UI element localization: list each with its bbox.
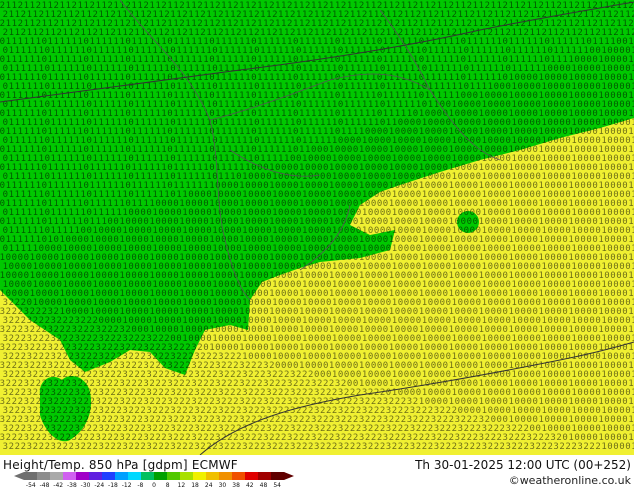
colorbar-swatch [167, 472, 181, 480]
colorbar-swatch [50, 472, 64, 480]
colorbar-swatch [141, 472, 155, 480]
valid-time: Th 30-01-2025 12:00 UTC (00+252) [415, 458, 631, 472]
colorbar-tick-label: -12 [122, 482, 132, 488]
colorbar-tick-label: 38 [232, 482, 240, 488]
colorbar-tick-label: 0 [152, 482, 156, 488]
colorbar-swatch [206, 472, 220, 480]
colorbar-swatch [89, 472, 103, 480]
colorbar-tick-label: 48 [260, 482, 268, 488]
colorbar-tick-label: 42 [246, 482, 254, 488]
colorbar-swatch [219, 472, 233, 480]
colorbar-swatch [232, 472, 246, 480]
colorbar-swatch [24, 472, 38, 480]
map-footer: Height/Temp. 850 hPa [gdpm] ECMWF Th 30-… [0, 455, 634, 490]
colorbar-right-arrow-icon [284, 472, 294, 480]
colorbar-tick-label: 12 [178, 482, 186, 488]
map-canvas: 2112112112112112112112112112112112112112… [0, 0, 634, 455]
colorbar-tick-label: -24 [94, 482, 104, 488]
colorbar-tick-label: -54 [26, 482, 36, 488]
map-title: Height/Temp. 850 hPa [gdpm] ECMWF [3, 458, 238, 472]
colorbar-swatch [63, 472, 77, 480]
colorbar-swatch [128, 472, 142, 480]
temperature-colorbar: -54 -48 -42 -38 -30 -24 -18 -12 -8 0 8 12 18 24 30 38 42… [14, 472, 294, 488]
colorbar-tick-label: -30 [81, 482, 91, 488]
colorbar-swatch [245, 472, 259, 480]
colorbar-tick-label: -42 [53, 482, 63, 488]
colorbar-swatch [37, 472, 51, 480]
colorbar-swatch [193, 472, 207, 480]
credit-link[interactable]: ©weatheronline.co.uk [509, 474, 631, 487]
colorbar-swatch [115, 472, 129, 480]
colorbar-tick-label: -38 [67, 482, 77, 488]
colorbar-swatch [180, 472, 194, 480]
colorbar-tick-label: 8 [166, 482, 170, 488]
colorbar-tick-label: 24 [205, 482, 213, 488]
colorbar-swatch [271, 472, 285, 480]
colorbar-swatch [258, 472, 272, 480]
colorbar-tick-label: -48 [40, 482, 50, 488]
colorbar-left-arrow-icon [14, 472, 24, 480]
colorbar-tick-label: 54 [273, 482, 281, 488]
colorbar-tick-label: -8 [137, 482, 143, 488]
colorbar-tick-label: -18 [108, 482, 118, 488]
colorbar-tick-label: 30 [219, 482, 227, 488]
colorbar-tick-label: 18 [191, 482, 199, 488]
weather-map[interactable]: 2112112112112112112112112112112112112112… [0, 0, 634, 455]
colorbar-swatch [76, 472, 90, 480]
value-glyph-field: 2112112112112112112112112112112112112112… [0, 1, 634, 452]
colorbar-swatch [102, 472, 116, 480]
colorbar-swatch [154, 472, 168, 480]
glyph-row: 3222322232223222322232223222322232223222… [3, 442, 634, 452]
